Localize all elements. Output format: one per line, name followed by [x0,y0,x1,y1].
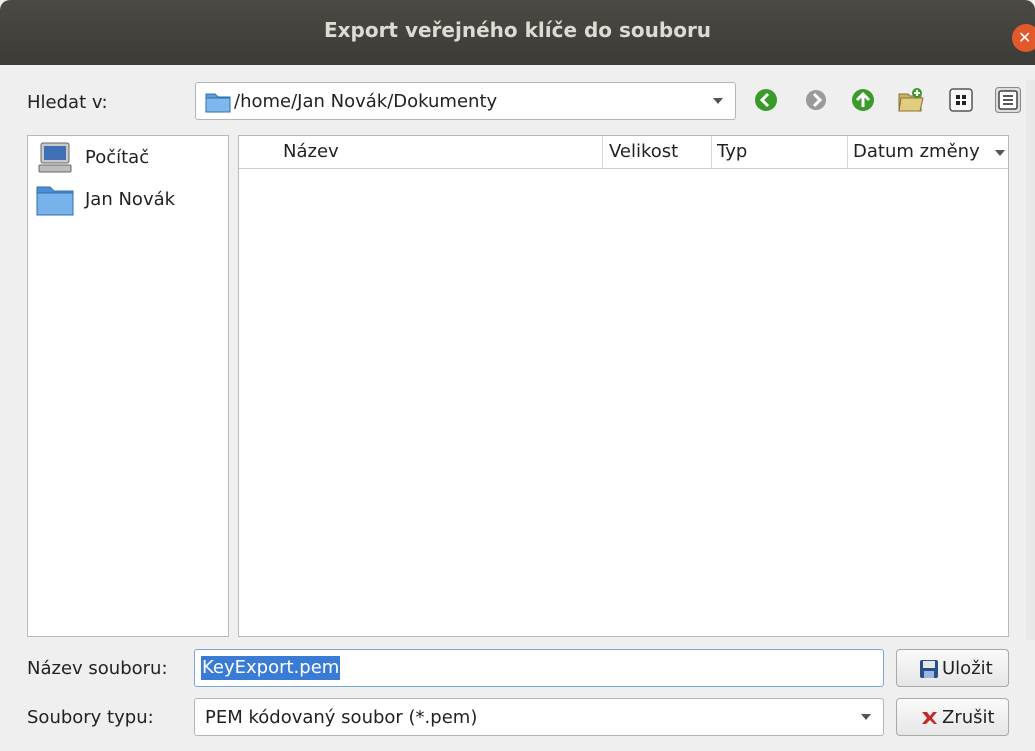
chevron-down-icon[interactable] [861,714,871,720]
filename-value: KeyExport.pem [201,656,341,680]
look-in-label: Hledat v: [27,92,108,113]
save-button-label: Uložit [942,658,993,679]
column-date[interactable]: Datum změny [853,136,980,168]
cancel-button-label: Zrušit [942,707,995,728]
sidebar-item-label: Jan Novák [85,189,176,210]
column-size[interactable]: Velikost [609,136,678,168]
save-icon [920,660,938,678]
back-icon[interactable] [753,87,779,113]
folder-icon [36,186,74,216]
sidebar-item-label: Počítač [85,147,150,168]
folder-icon [205,93,231,113]
filename-label: Název souboru: [27,658,168,679]
cancel-icon [922,712,937,724]
sidebar-item-computer[interactable]: Počítač [28,140,228,176]
scrollbar[interactable] [1026,80,1035,640]
sidebar: Počítač Jan Novák [27,135,229,637]
cancel-button[interactable]: Zrušit [896,698,1009,736]
filetype-value: PEM kódovaný soubor (*.pem) [205,707,478,728]
title-bar: Export veřejného klíče do souboru ✕ [0,0,1035,65]
column-name[interactable]: Název [283,136,339,168]
close-button[interactable]: ✕ [1012,24,1035,52]
look-in-path: /home/Jan Novák/Dokumenty [234,91,498,112]
sort-down-icon [995,150,1005,156]
computer-icon [38,142,72,173]
detail-view-icon[interactable] [995,87,1021,113]
column-type[interactable]: Typ [717,136,747,168]
chevron-down-icon[interactable] [713,98,723,104]
look-in-combo[interactable]: /home/Jan Novák/Dokumenty [195,82,736,120]
file-list[interactable]: Název Velikost Typ Datum změny [238,135,1009,637]
file-list-header: Název Velikost Typ Datum změny [239,136,1008,169]
filename-input[interactable]: KeyExport.pem [194,649,884,687]
new-folder-icon[interactable] [897,86,925,114]
window-title: Export veřejného klíče do souboru [323,18,712,42]
forward-icon[interactable] [803,87,829,113]
filetype-combo[interactable]: PEM kódovaný soubor (*.pem) [194,698,884,736]
icon-view-icon[interactable] [948,87,974,113]
sidebar-item-home[interactable]: Jan Novák [28,182,228,218]
filetype-label: Soubory typu: [27,707,154,728]
parent-directory-icon[interactable] [850,87,876,113]
save-button[interactable]: Uložit [896,649,1009,687]
